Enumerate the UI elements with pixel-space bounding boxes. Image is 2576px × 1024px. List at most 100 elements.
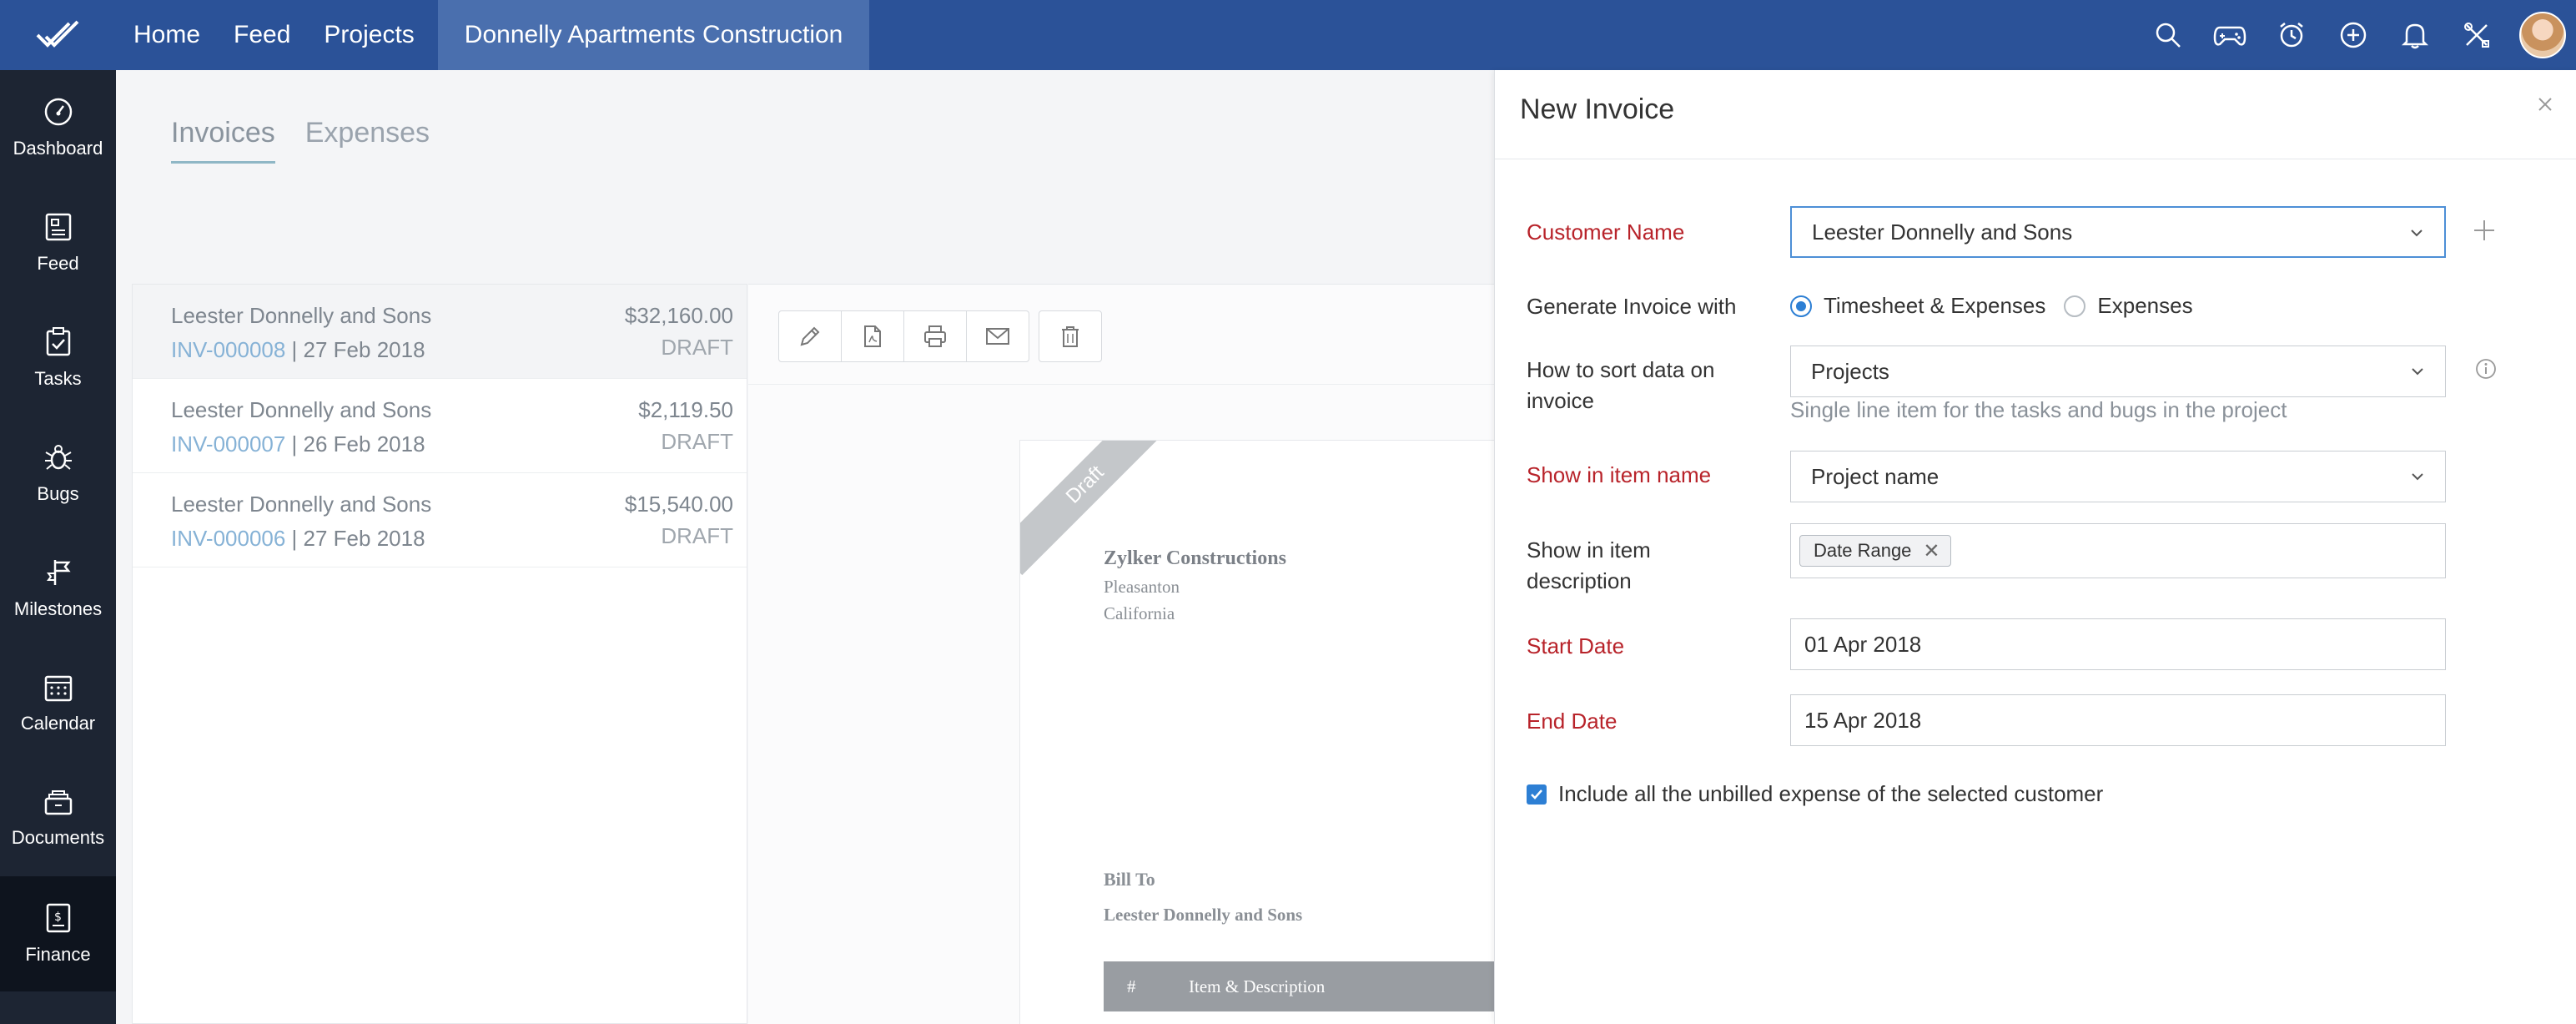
search-button[interactable] xyxy=(2137,0,2199,70)
sort-data-label-line1: How to sort data on xyxy=(1527,357,1715,382)
check-icon xyxy=(1531,789,1542,800)
include-unbilled-checkbox[interactable] xyxy=(1527,784,1547,805)
checkmark-logo-icon xyxy=(36,20,79,48)
invoice-number: INV-000006 xyxy=(171,526,286,551)
nav-feed[interactable]: Feed xyxy=(217,0,307,70)
sidebar-item-feed[interactable]: Feed xyxy=(0,185,116,300)
nav-home[interactable]: Home xyxy=(117,0,217,70)
item-name-select[interactable]: Project name xyxy=(1790,451,2446,502)
sidebar-item-dashboard[interactable]: Dashboard xyxy=(0,70,116,185)
invoice-amount: $2,119.50 xyxy=(638,397,733,422)
customer-name-select[interactable]: Leester Donnelly and Sons xyxy=(1790,206,2446,258)
pencil-icon xyxy=(800,326,820,346)
invoice-status: DRAFT xyxy=(661,523,733,548)
print-button[interactable] xyxy=(903,310,967,362)
sidebar-item-documents[interactable]: Documents xyxy=(0,761,116,876)
sort-data-select[interactable]: Projects xyxy=(1790,346,2446,397)
item-name-label: Show in item name xyxy=(1527,462,1712,487)
generate-invoice-options: Timesheet & Expenses Expenses xyxy=(1790,293,2193,319)
invoice-status: DRAFT xyxy=(661,335,733,360)
invoice-meta: INV-000006 | 27 Feb 2018 xyxy=(171,526,733,552)
item-description-label-line1: Show in item xyxy=(1527,537,1651,562)
panel-title: New Invoice xyxy=(1520,93,1675,125)
sidebar-item-label: Milestones xyxy=(13,598,103,619)
radio-expenses[interactable] xyxy=(2064,295,2086,317)
new-invoice-panel: New Invoice Customer Name Leester Donnel… xyxy=(1494,70,2576,1024)
invoice-amount: $32,160.00 xyxy=(624,303,733,328)
timer-button[interactable] xyxy=(2261,0,2322,70)
user-avatar[interactable] xyxy=(2519,12,2566,58)
finance-icon: $ xyxy=(46,903,70,933)
sidebar-item-bugs[interactable]: Bugs xyxy=(0,416,116,531)
radio-timesheet-expenses-label: Timesheet & Expenses xyxy=(1824,293,2046,318)
printer-icon xyxy=(924,325,946,347)
finance-tabs: Invoices Expenses xyxy=(171,117,460,164)
game-button[interactable] xyxy=(2199,0,2261,70)
sidebar-item-finance[interactable]: $ Finance xyxy=(0,876,116,991)
sort-data-value: Projects xyxy=(1811,358,1889,384)
tools-icon xyxy=(2464,23,2489,48)
invoice-row[interactable]: Leester Donnelly and Sons INV-000007 | 2… xyxy=(133,379,747,473)
mail-icon xyxy=(986,328,1009,345)
radio-expenses-label: Expenses xyxy=(2097,293,2193,318)
start-date-label: Start Date xyxy=(1527,633,1625,658)
sidebar-item-label: Calendar xyxy=(20,713,96,734)
pdf-button[interactable] xyxy=(841,310,904,362)
nav-active-project[interactable]: Donnelly Apartments Construction xyxy=(437,0,870,70)
invoice-number: INV-000007 xyxy=(171,431,286,457)
sort-data-hint: Single line item for the tasks and bugs … xyxy=(1790,397,2287,422)
sidebar-item-tasks[interactable]: Tasks xyxy=(0,300,116,416)
bug-icon xyxy=(44,445,72,470)
sidebar-item-label: Feed xyxy=(37,253,79,274)
add-customer-button[interactable] xyxy=(2471,217,2498,248)
sidebar-item-label: Dashboard xyxy=(13,138,103,159)
sort-data-label-line2: invoice xyxy=(1527,388,1594,413)
top-icons xyxy=(2137,0,2576,70)
invoice-row[interactable]: Leester Donnelly and Sons INV-000008 | 2… xyxy=(133,285,747,379)
documents-icon xyxy=(44,790,72,815)
close-button[interactable] xyxy=(2533,92,2558,117)
end-date-input[interactable]: 15 Apr 2018 xyxy=(1790,694,2446,746)
edit-button[interactable] xyxy=(778,310,842,362)
sidebar-item-milestones[interactable]: Milestones xyxy=(0,531,116,646)
item-name-value: Project name xyxy=(1811,463,1940,489)
items-table-header: # Item & Description xyxy=(1104,961,1499,1011)
search-icon xyxy=(2156,23,2181,48)
tab-invoices[interactable]: Invoices xyxy=(171,117,275,164)
company-name: Zylker Constructions xyxy=(1104,547,1286,569)
include-unbilled-label: Include all the unbilled expense of the … xyxy=(1558,781,2104,806)
add-button[interactable] xyxy=(2322,0,2384,70)
end-date-value: 15 Apr 2018 xyxy=(1804,707,1922,733)
remove-tag-button[interactable]: ✕ xyxy=(1923,539,1940,563)
invoice-row[interactable]: Leester Donnelly and Sons INV-000006 | 2… xyxy=(133,473,747,567)
settings-button[interactable] xyxy=(2446,0,2508,70)
item-description-label-line2: description xyxy=(1527,568,1632,593)
item-description-multiselect[interactable]: Date Range ✕ xyxy=(1790,523,2446,578)
chevron-down-icon xyxy=(2412,368,2423,376)
calendar-icon xyxy=(44,675,72,702)
delete-button[interactable] xyxy=(1039,310,1102,362)
sidebar-item-calendar[interactable]: Calendar xyxy=(0,646,116,761)
sort-info-button[interactable] xyxy=(2474,357,2498,385)
chevron-down-icon xyxy=(2411,230,2423,237)
app-logo[interactable] xyxy=(0,0,117,70)
info-icon xyxy=(2476,359,2496,379)
company-address-line2: California xyxy=(1104,603,1175,623)
nav-projects[interactable]: Projects xyxy=(307,0,430,70)
close-icon xyxy=(2538,98,2552,111)
tab-expenses[interactable]: Expenses xyxy=(305,117,430,164)
start-date-input[interactable]: 01 Apr 2018 xyxy=(1790,618,2446,670)
email-button[interactable] xyxy=(966,310,1029,362)
radio-timesheet-expenses[interactable] xyxy=(1790,295,1812,317)
bill-to-customer: Leester Donnelly and Sons xyxy=(1104,905,1303,925)
alarm-clock-icon xyxy=(2280,23,2303,48)
trash-icon xyxy=(1062,326,1079,347)
pdf-icon xyxy=(864,325,881,347)
notifications-button[interactable] xyxy=(2384,0,2446,70)
bell-icon xyxy=(2402,23,2428,49)
gamepad-icon xyxy=(2213,26,2246,46)
include-unbilled-row: Include all the unbilled expense of the … xyxy=(1527,781,2103,807)
col-item-description: Item & Description xyxy=(1189,976,1326,996)
customer-name-value: Leester Donnelly and Sons xyxy=(1812,219,2073,245)
col-number: # xyxy=(1127,976,1136,996)
